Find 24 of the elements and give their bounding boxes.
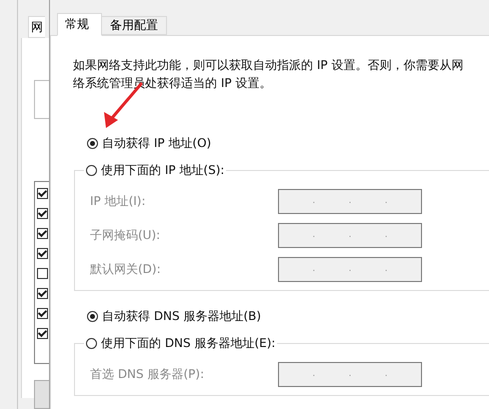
checkbox[interactable] xyxy=(37,268,48,279)
tab[interactable]: 网 xyxy=(28,16,45,38)
input-field[interactable] xyxy=(34,80,49,119)
radio-button[interactable] xyxy=(87,310,98,322)
radio-button[interactable] xyxy=(86,164,97,176)
checkbox[interactable] xyxy=(37,308,48,319)
field-label: 默认网关(D): xyxy=(89,260,162,278)
tab[interactable]: 备用配置 xyxy=(102,16,167,35)
field-label: 首选 DNS 服务器(P): xyxy=(89,366,206,382)
checkbox[interactable] xyxy=(37,208,48,219)
checkbox[interactable] xyxy=(37,228,48,239)
field-label: IP 地址(I): xyxy=(89,192,147,210)
radio-label[interactable]: 自动获得 IP 地址(O) xyxy=(102,134,212,152)
radio-button[interactable] xyxy=(86,338,97,348)
radio-button[interactable] xyxy=(87,138,98,148)
checkbox[interactable] xyxy=(37,188,48,199)
checkbox[interactable] xyxy=(37,288,48,299)
tab[interactable]: 常规 xyxy=(57,13,102,36)
radio-label[interactable]: 自动获得 DNS 服务器地址(B) xyxy=(102,308,262,324)
checkbox[interactable] xyxy=(37,248,48,259)
checkbox[interactable] xyxy=(37,328,48,339)
radio-label[interactable]: 使用下面的 IP 地址(S): xyxy=(101,162,224,178)
field-label: 子网掩码(U): xyxy=(89,226,162,244)
radio-label[interactable]: 使用下面的 DNS 服务器地址(E): xyxy=(101,334,276,352)
